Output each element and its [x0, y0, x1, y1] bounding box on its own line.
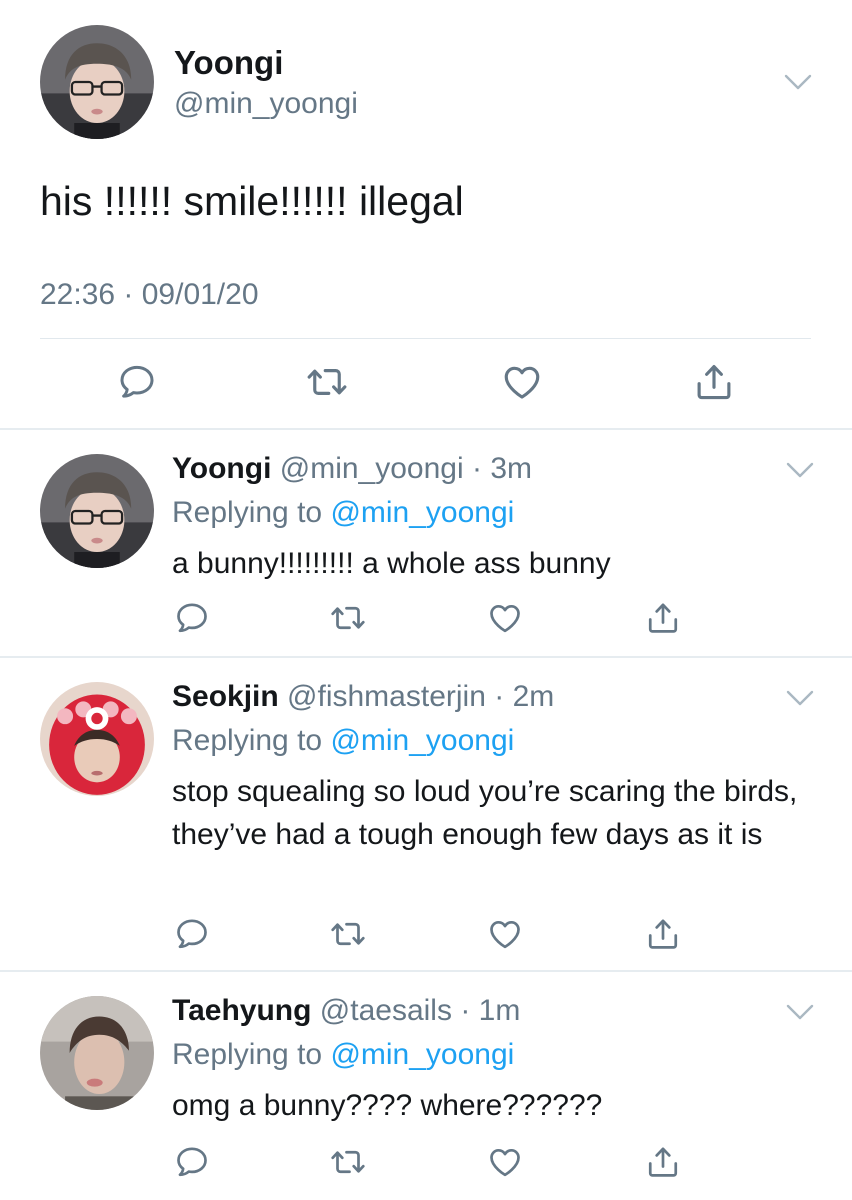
reply-header: Yoongi @min_yoongi · 3m	[172, 452, 532, 486]
retweet-button[interactable]	[305, 360, 349, 404]
reply-button[interactable]	[115, 360, 159, 404]
avatar-image	[40, 682, 154, 796]
reply-header: Seokjin @fishmasterjin · 2m	[172, 680, 554, 714]
time-ago[interactable]: 1m	[479, 994, 521, 1027]
tweet-text: stop squealing so loud you’re scaring th…	[172, 775, 798, 851]
share-button[interactable]	[692, 360, 736, 404]
divider	[40, 338, 811, 339]
author-handle[interactable]: @min_yoongi	[174, 87, 358, 121]
chevron-down-icon[interactable]	[784, 72, 812, 92]
avatar-image	[40, 454, 154, 568]
replying-prefix: Replying to	[172, 724, 323, 757]
author-name[interactable]: Yoongi	[172, 452, 271, 485]
share-icon	[645, 600, 681, 636]
author-handle[interactable]: @fishmasterjin	[287, 680, 486, 713]
tweet-timestamp[interactable]: 22:36 · 09/01/20	[40, 278, 259, 312]
heart-icon	[487, 1144, 523, 1180]
tweet-text: his !!!!!! smile!!!!!! illegal	[40, 178, 464, 224]
dot-separator: ·	[451, 994, 479, 1027]
tweet-text: omg a bunny???? where??????	[172, 1089, 603, 1122]
share-button[interactable]	[643, 914, 683, 954]
author-handle[interactable]: @min_yoongi	[280, 452, 464, 485]
tweet-text: a bunny!!!!!!!!! a whole ass bunny	[172, 547, 611, 580]
heart-icon	[487, 600, 523, 636]
like-button[interactable]	[500, 360, 544, 404]
time-ago[interactable]: 3m	[490, 452, 532, 485]
avatar-image	[40, 996, 154, 1110]
retweet-button[interactable]	[328, 1142, 368, 1182]
retweet-icon	[306, 361, 348, 403]
share-icon	[693, 361, 735, 403]
chevron-down-icon[interactable]	[786, 688, 814, 708]
speech-bubble-icon	[174, 600, 210, 636]
mention-link[interactable]: @min_yoongi	[330, 1038, 514, 1071]
avatar[interactable]	[40, 25, 154, 139]
retweet-button[interactable]	[328, 598, 368, 638]
mention-link[interactable]: @min_yoongi	[330, 724, 514, 757]
replying-prefix: Replying to	[172, 496, 323, 529]
replying-to: Replying to @min_yoongi	[172, 496, 514, 530]
share-button[interactable]	[643, 1142, 683, 1182]
retweet-button[interactable]	[328, 914, 368, 954]
speech-bubble-icon	[174, 1144, 210, 1180]
main-tweet: Yoongi @min_yoongi his !!!!!! smile!!!!!…	[0, 0, 852, 430]
replying-prefix: Replying to	[172, 1038, 323, 1071]
reply-tweet: Yoongi @min_yoongi · 3m Replying to @min…	[0, 430, 852, 658]
reply-tweet: Seokjin @fishmasterjin · 2m Replying to …	[0, 658, 852, 972]
mention-link[interactable]: @min_yoongi	[330, 496, 514, 529]
replying-to: Replying to @min_yoongi	[172, 1038, 514, 1072]
speech-bubble-icon	[174, 916, 210, 952]
avatar[interactable]	[40, 454, 154, 568]
replying-to: Replying to @min_yoongi	[172, 724, 514, 758]
author-name[interactable]: Seokjin	[172, 680, 279, 713]
reply-header: Taehyung @taesails · 1m	[172, 994, 520, 1028]
share-button[interactable]	[643, 598, 683, 638]
retweet-icon	[330, 1144, 366, 1180]
dot-separator: ·	[485, 680, 513, 713]
reply-tweet: Taehyung @taesails · 1m Replying to @min…	[0, 972, 852, 1200]
avatar[interactable]	[40, 996, 154, 1110]
heart-icon	[501, 361, 543, 403]
like-button[interactable]	[485, 1142, 525, 1182]
reply-button[interactable]	[172, 1142, 212, 1182]
chevron-down-icon[interactable]	[786, 460, 814, 480]
chevron-down-icon[interactable]	[786, 1002, 814, 1022]
share-icon	[645, 1144, 681, 1180]
speech-bubble-icon	[117, 362, 157, 402]
share-icon	[645, 916, 681, 952]
author-name[interactable]: Taehyung	[172, 994, 311, 1027]
author-handle[interactable]: @taesails	[320, 994, 452, 1027]
retweet-icon	[330, 600, 366, 636]
dot-separator: ·	[463, 452, 491, 485]
author-name[interactable]: Yoongi	[174, 44, 283, 82]
retweet-icon	[330, 916, 366, 952]
avatar-image	[40, 25, 154, 139]
heart-icon	[487, 916, 523, 952]
avatar[interactable]	[40, 682, 154, 796]
time-ago[interactable]: 2m	[513, 680, 555, 713]
like-button[interactable]	[485, 598, 525, 638]
reply-button[interactable]	[172, 914, 212, 954]
like-button[interactable]	[485, 914, 525, 954]
reply-button[interactable]	[172, 598, 212, 638]
